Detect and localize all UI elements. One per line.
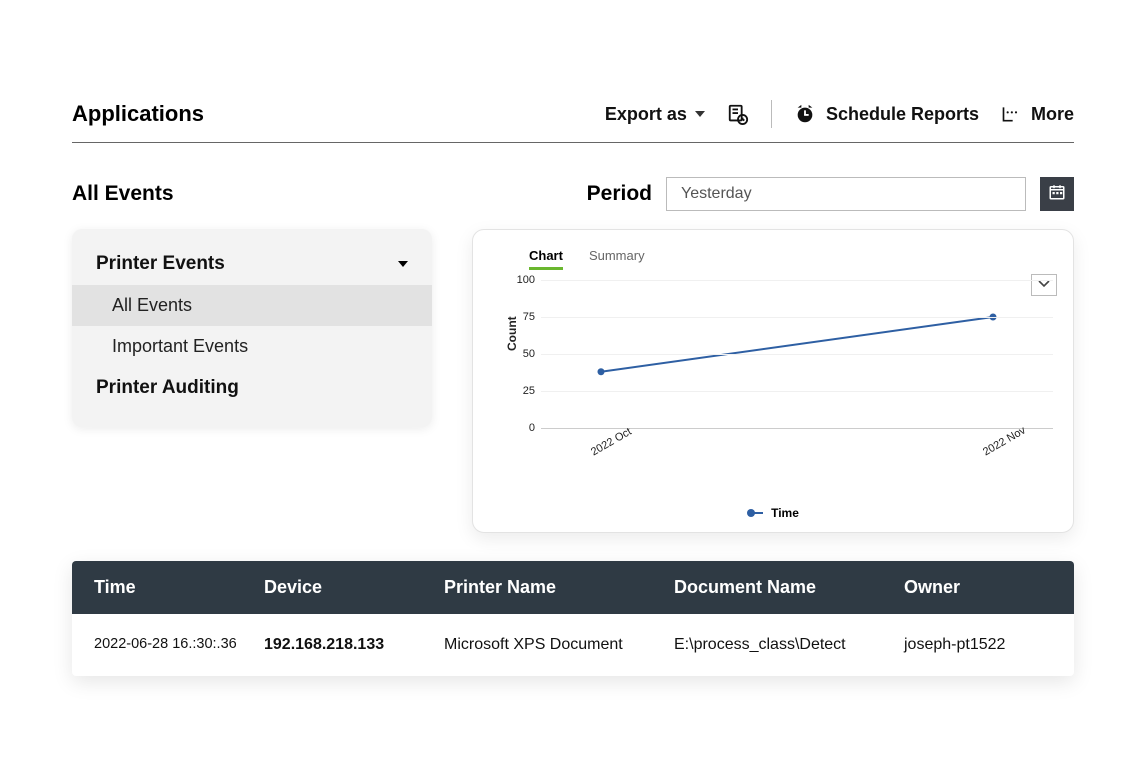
col-header-document: Document Name (674, 577, 904, 598)
sidebar: Printer Events All Events Important Even… (72, 229, 432, 427)
period-control: Period Yesterday (587, 177, 1074, 211)
chart-area: Count 02550751002022 Oct2022 Nov (511, 276, 1053, 466)
caret-down-icon (695, 111, 705, 117)
subheader: All Events Period Yesterday (72, 177, 1074, 211)
sidebar-group-printer-events[interactable]: Printer Events (72, 243, 432, 285)
legend-line-icon (749, 512, 763, 514)
cell-printer: Microsoft XPS Document (444, 636, 674, 654)
divider (771, 100, 772, 128)
page-title: Applications (72, 101, 204, 127)
col-header-printer: Printer Name (444, 577, 674, 598)
caret-down-icon (398, 261, 408, 267)
chart-card: Chart Summary Count 02550751002022 Oct20… (472, 229, 1074, 533)
schedule-label: Schedule Reports (826, 104, 979, 125)
events-table: Time Device Printer Name Document Name O… (72, 561, 1074, 676)
calendar-button[interactable] (1040, 177, 1074, 211)
table-header-row: Time Device Printer Name Document Name O… (72, 561, 1074, 614)
header-actions: Export as (605, 100, 1074, 128)
sidebar-item-label: All Events (112, 295, 192, 315)
cell-owner: joseph-pt1522 (904, 636, 1052, 654)
ytick-label: 75 (523, 311, 535, 323)
legend-label: Time (771, 506, 799, 520)
sidebar-group-printer-auditing[interactable]: Printer Auditing (72, 367, 432, 409)
ytick-label: 0 (529, 422, 535, 434)
tab-summary[interactable]: Summary (589, 248, 645, 270)
ytick-label: 100 (517, 274, 535, 286)
sidebar-item-label: Important Events (112, 336, 248, 356)
schedule-reports-button[interactable]: Schedule Reports (794, 103, 979, 125)
cell-document: E:\process_class\Detect (674, 636, 904, 654)
col-header-time: Time (94, 577, 264, 598)
alarm-clock-icon (794, 103, 816, 125)
col-header-device: Device (264, 577, 444, 598)
header-bar: Applications Export as (72, 100, 1074, 143)
col-header-owner: Owner (904, 577, 1052, 598)
calendar-icon (1048, 183, 1066, 206)
chart-plot: 02550751002022 Oct2022 Nov (541, 276, 1053, 466)
tab-chart[interactable]: Chart (529, 248, 563, 270)
content-row: Printer Events All Events Important Even… (72, 229, 1074, 533)
chart-ylabel: Count (505, 316, 519, 351)
period-label: Period (587, 182, 652, 206)
sidebar-group-label: Printer Events (96, 253, 225, 275)
cell-device: 192.168.218.133 (264, 636, 444, 654)
sidebar-item-all-events[interactable]: All Events (72, 285, 432, 326)
ytick-label: 25 (523, 385, 535, 397)
chart-legend: Time (493, 506, 1053, 520)
ytick-label: 50 (523, 348, 535, 360)
period-value: Yesterday (681, 185, 752, 203)
sidebar-item-important-events[interactable]: Important Events (72, 326, 432, 367)
more-button[interactable]: More (1001, 104, 1074, 125)
chart-tabs: Chart Summary (529, 248, 1053, 270)
table-row[interactable]: 2022-06-28 16.:30:.36 192.168.218.133 Mi… (72, 614, 1074, 676)
section-title: All Events (72, 182, 174, 206)
sidebar-group-label: Printer Auditing (96, 377, 239, 399)
export-as-button[interactable]: Export as (605, 104, 705, 125)
export-label: Export as (605, 104, 687, 125)
cell-time: 2022-06-28 16.:30:.36 (94, 636, 264, 654)
period-select[interactable]: Yesterday (666, 177, 1026, 211)
more-icon (1001, 104, 1021, 124)
export-history-icon[interactable] (727, 103, 749, 125)
more-label: More (1031, 104, 1074, 125)
